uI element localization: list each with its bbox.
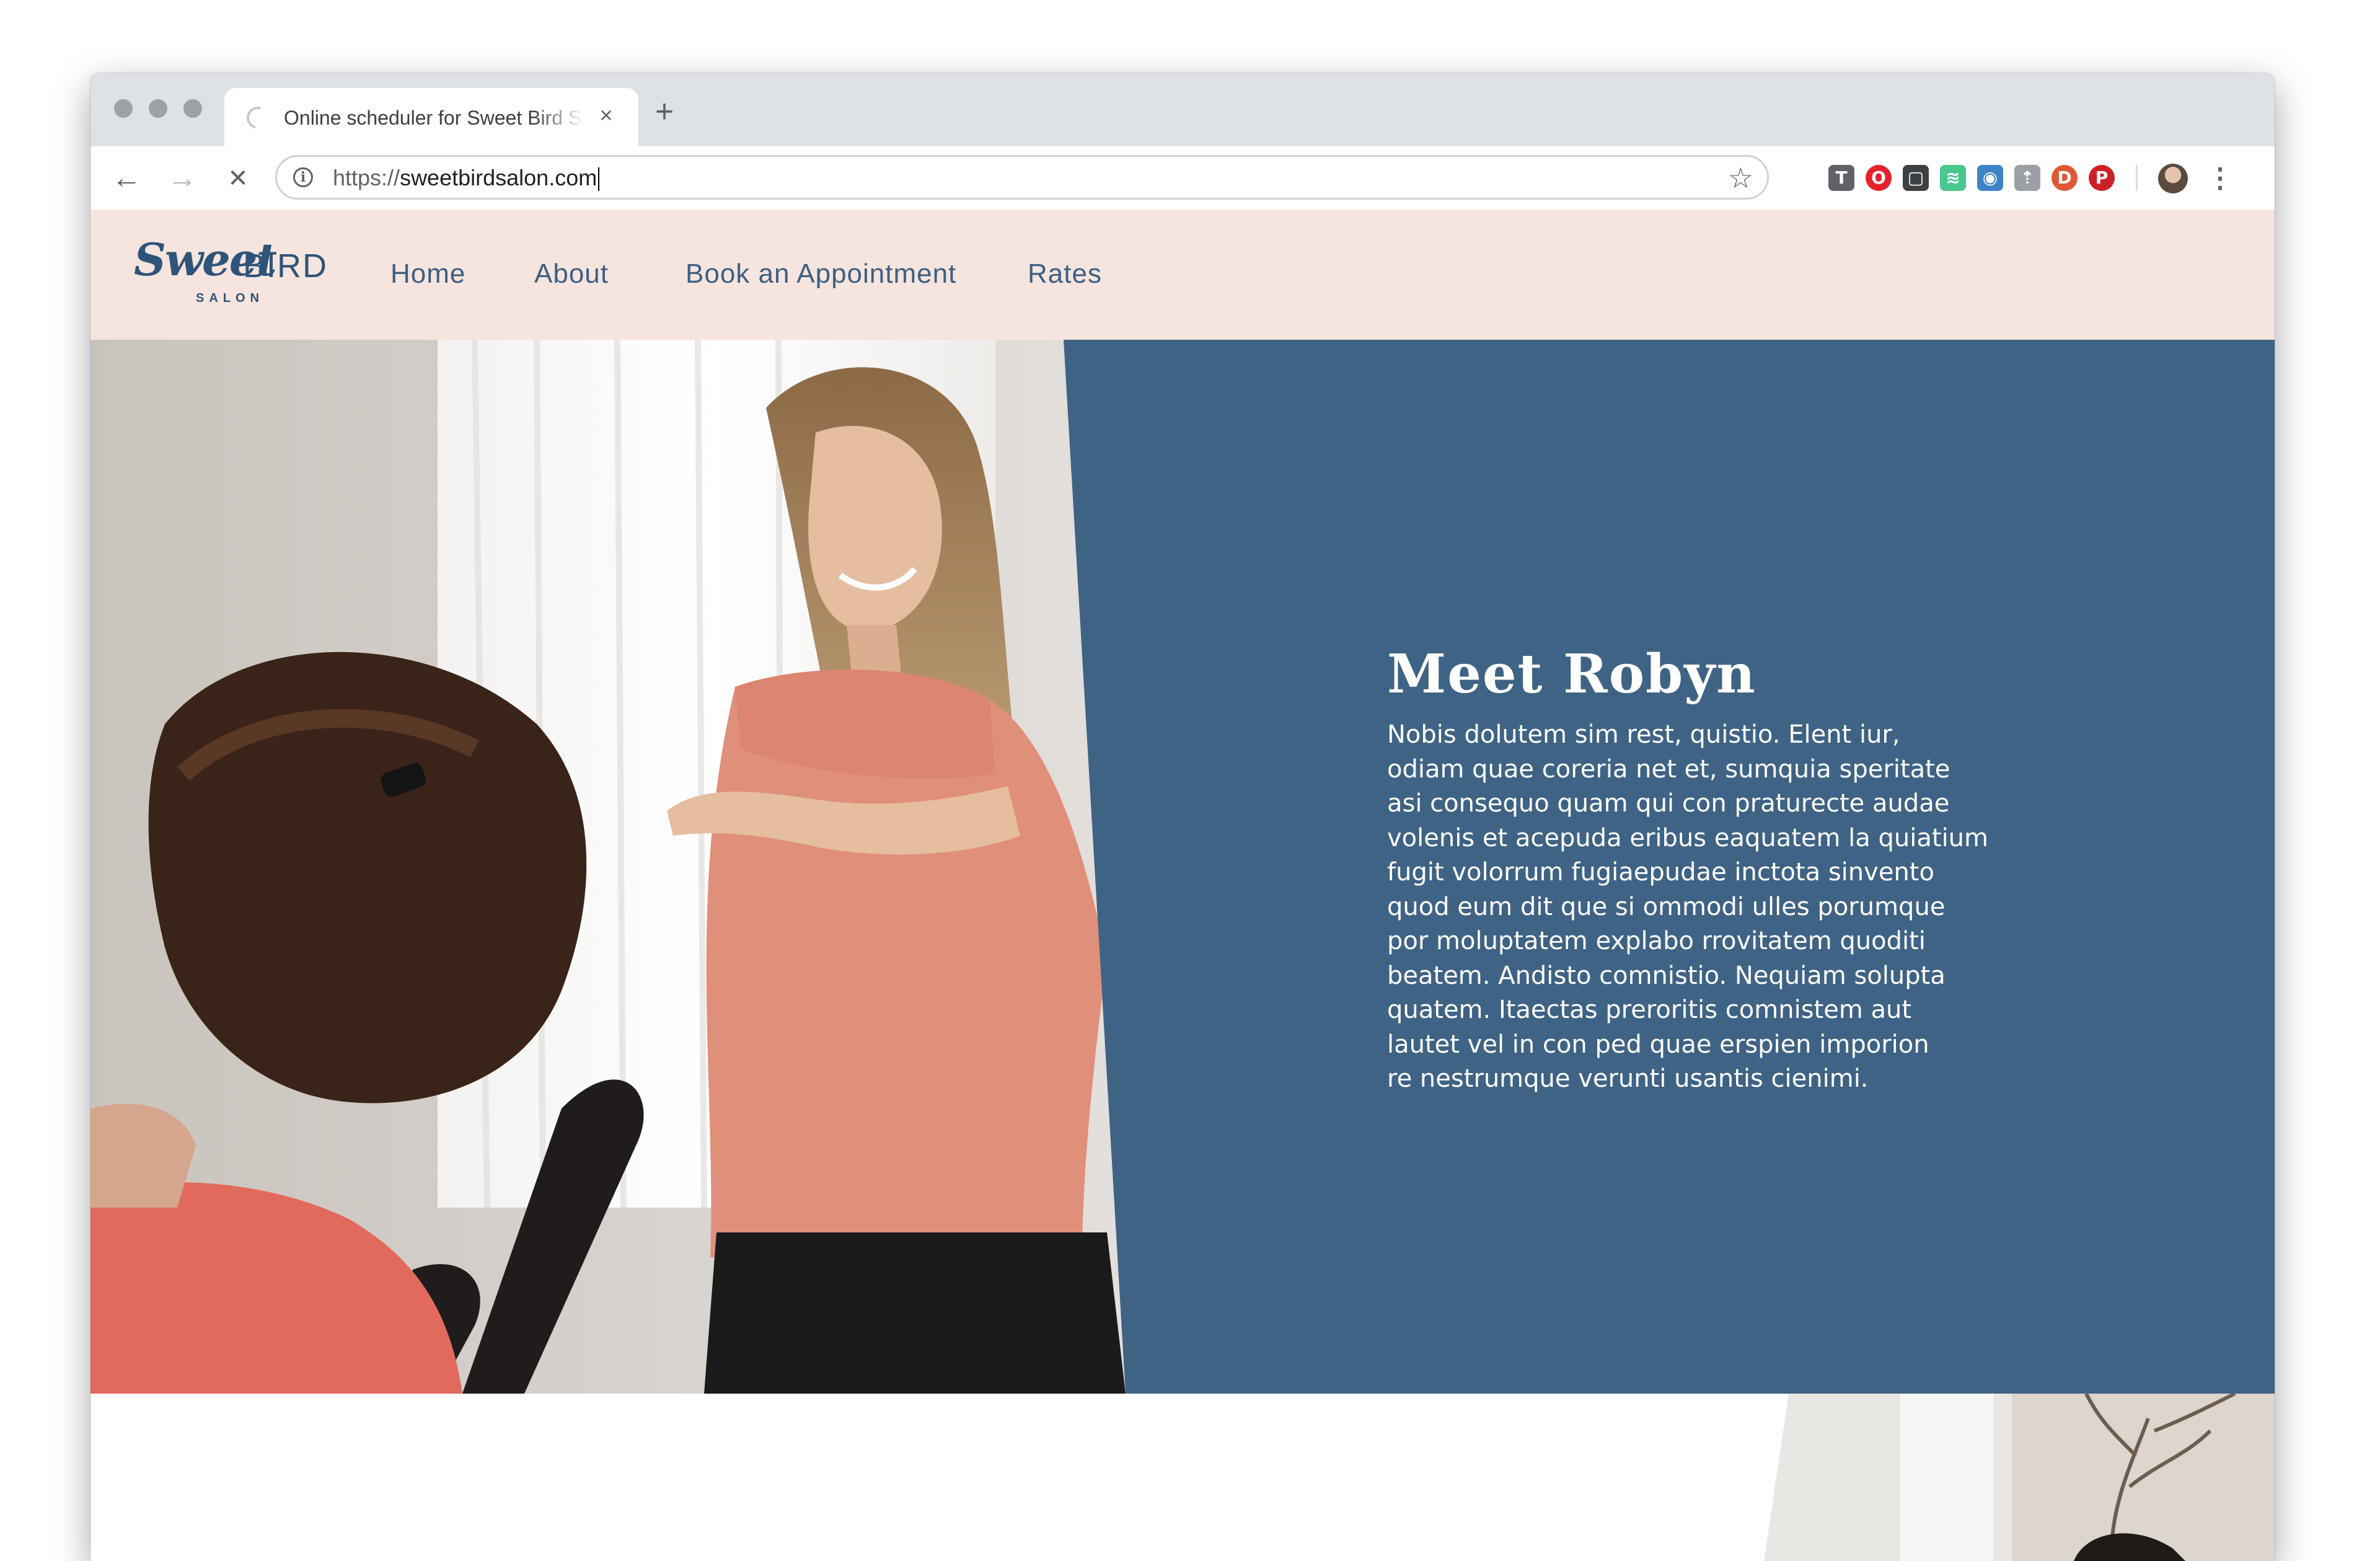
duckduckgo-icon[interactable]: D (2052, 165, 2078, 191)
web-page: Sweet BIRD SALON Home About Book an Appo… (90, 210, 2275, 1561)
nav-home[interactable]: Home (390, 257, 465, 291)
hero-section: Meet Robyn Nobis dolutem sim rest, quist… (90, 340, 2275, 1394)
browser-toolbar: ← → ✕ i https://sweetbirdsalon.com ☆ T O ▢… (90, 146, 2275, 211)
eye-icon[interactable]: ◉ (1977, 165, 2003, 191)
tampermonkey-icon[interactable]: T (1828, 165, 1854, 191)
bookmark-star-icon[interactable]: ☆ (1728, 163, 1753, 193)
pinterest-icon[interactable]: P (2089, 165, 2115, 191)
new-tab-button[interactable]: + (650, 95, 679, 128)
nav-book-appointment[interactable]: Book an Appointment (685, 257, 956, 291)
hero-body: Nobis dolutem sim rest, quistio. Elent i… (1387, 720, 1988, 1093)
address-bar[interactable]: i https://sweetbirdsalon.com ☆ (275, 155, 1769, 200)
forward-arrow-icon[interactable]: → (165, 161, 200, 196)
tab-active[interactable]: Online scheduler for Sweet Bird Salon × (224, 88, 638, 146)
nav-about[interactable]: About (534, 257, 609, 291)
hero-title: Meet Robyn (1387, 643, 1756, 705)
profile-avatar[interactable] (2158, 164, 2188, 193)
stop-loading-icon[interactable]: ✕ (221, 161, 255, 196)
section-photo (1764, 1394, 2275, 1561)
nav-rates[interactable]: Rates (1028, 257, 1102, 291)
loading-spinner-icon (242, 102, 273, 133)
site-info-icon[interactable]: i (293, 167, 313, 187)
back-arrow-icon[interactable]: ← (109, 161, 144, 196)
close-window-button[interactable] (114, 99, 133, 118)
opera-icon[interactable]: O (1866, 165, 1892, 191)
toolbar-divider (2136, 165, 2138, 191)
stylist-photo (90, 340, 1126, 1394)
browser-menu-icon[interactable]: ⋮ (2206, 162, 2234, 195)
browser-window: Online scheduler for Sweet Bird Salon × … (90, 73, 2275, 1561)
minimize-window-button[interactable] (149, 99, 167, 118)
next-section (90, 1394, 2275, 1561)
tab-close-icon[interactable]: × (594, 103, 619, 128)
pocket-share-icon[interactable]: ⇡ (2014, 165, 2040, 191)
about-content: Meet Robyn Nobis dolutem sim rest, quist… (1387, 340, 1988, 1394)
site-header: Sweet BIRD SALON Home About Book an Appo… (90, 210, 2275, 340)
tab-strip: Online scheduler for Sweet Bird Salon × … (90, 73, 2275, 146)
audio-wave-icon[interactable]: ≋ (1940, 165, 1966, 191)
url-text[interactable]: https://sweetbirdsalon.com (333, 166, 600, 192)
site-logo[interactable]: Sweet BIRD SALON (134, 233, 332, 314)
screenshot-icon[interactable]: ▢ (1903, 165, 1929, 191)
zoom-window-button[interactable] (183, 99, 202, 118)
